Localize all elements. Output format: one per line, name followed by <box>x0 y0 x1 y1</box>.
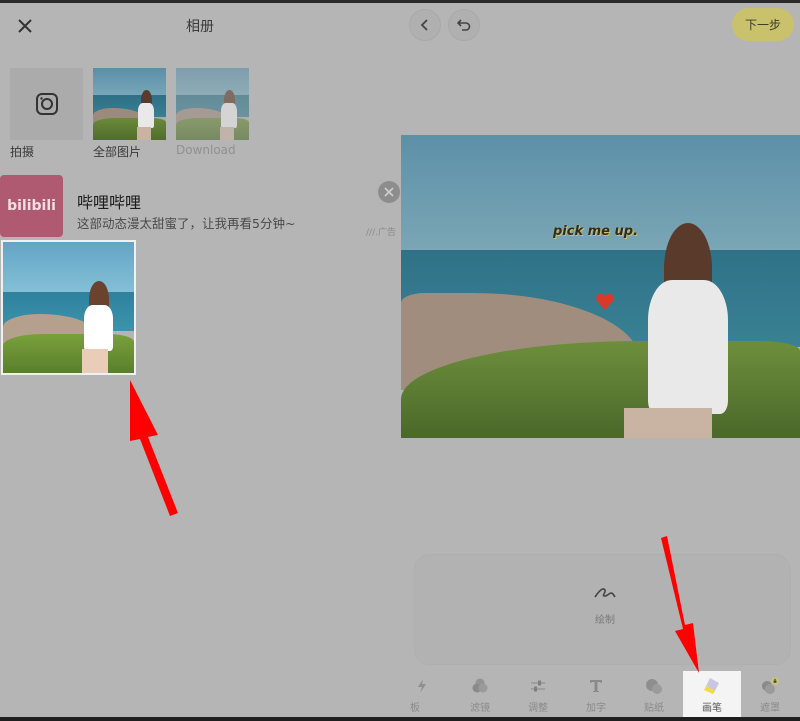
album-label: 全部图片 <box>93 145 142 159</box>
template-icon <box>418 679 426 693</box>
photo-grid-item-selected[interactable] <box>1 240 136 375</box>
editor-panel: 下一步 pick me up. 绘制 板 滤镜 调整 加字 贴纸 画笔 遮罩 <box>401 3 800 717</box>
bilibili-logo: bilibili <box>0 175 63 237</box>
ad-banner[interactable]: bilibili 哔哩哔哩 这部动态漫太甜蜜了，让我再看5分钟~ ///.广告 <box>0 175 400 238</box>
tab-label: 遮罩 <box>760 703 780 714</box>
draw-option-label: 绘制 <box>595 615 615 626</box>
photo-thumbnail <box>3 242 134 373</box>
tab-mask[interactable]: 遮罩 <box>741 671 799 717</box>
scribble-icon <box>594 588 616 598</box>
camera-icon <box>35 93 58 115</box>
tab-label: 滤镜 <box>470 703 490 714</box>
edit-canvas[interactable]: pick me up. <box>401 135 800 438</box>
ad-close-button[interactable] <box>378 181 400 203</box>
sticker-icon <box>646 679 662 694</box>
tab-label: 加字 <box>586 703 606 714</box>
album-download[interactable]: Download <box>176 68 249 160</box>
album-camera[interactable]: 拍摄 <box>10 68 83 160</box>
tab-label: 贴纸 <box>644 703 664 714</box>
page-title: 相册 <box>186 19 214 35</box>
album-thumb <box>10 68 83 140</box>
adjust-icon <box>531 680 545 692</box>
album-list: 拍摄 全部图片 Download <box>10 68 249 160</box>
tab-filter[interactable]: 滤镜 <box>451 671 509 717</box>
album-label: 拍摄 <box>10 145 35 159</box>
tab-sticker[interactable]: 贴纸 <box>625 671 683 717</box>
tab-label: 板 <box>410 703 420 714</box>
undo-button[interactable] <box>448 9 480 41</box>
mask-icon <box>762 677 779 694</box>
undo-icon <box>457 19 471 31</box>
brush-options-panel: 绘制 <box>414 554 791 665</box>
photo-thumbnail <box>93 68 166 140</box>
text-sticker-caption[interactable]: pick me up. <box>553 224 638 239</box>
ad-app-name: 哔哩哔哩 <box>77 193 142 212</box>
tab-template[interactable]: 板 <box>393 671 451 717</box>
album-all-photos[interactable]: 全部图片 <box>93 68 166 160</box>
tab-brush[interactable]: 画笔 <box>683 671 741 717</box>
chevron-left-icon <box>420 19 428 31</box>
filter-icon <box>472 678 488 693</box>
album-thumb <box>93 68 166 140</box>
album-picker-panel: 相册 拍摄 全部图片 Download bilibili 哔哩哔哩 这部动态漫太… <box>0 3 400 717</box>
heart-sticker[interactable] <box>595 292 615 312</box>
bottom-edge <box>0 717 800 721</box>
tab-label: 调整 <box>528 703 548 714</box>
album-thumb <box>176 68 249 140</box>
tab-add-text[interactable]: 加字 <box>567 671 625 717</box>
close-icon <box>384 187 394 197</box>
draw-option[interactable]: 绘制 <box>585 585 625 626</box>
album-label: Download <box>176 143 236 157</box>
tab-adjust[interactable]: 调整 <box>509 671 567 717</box>
tab-label: 画笔 <box>702 703 722 714</box>
annotation-arrow-up <box>130 380 178 516</box>
text-icon <box>590 680 602 692</box>
photo-preview <box>401 135 800 438</box>
next-step-button[interactable]: 下一步 <box>732 8 794 41</box>
ad-description: 这部动态漫太甜蜜了，让我再看5分钟~ <box>77 216 296 231</box>
photo-thumbnail <box>176 68 249 140</box>
back-button[interactable] <box>409 9 441 41</box>
brush-icon <box>704 678 719 694</box>
editor-tab-bar: 板 滤镜 调整 加字 贴纸 画笔 遮罩 <box>393 671 800 717</box>
ad-tag: ///.广告 <box>366 228 396 238</box>
ad-mark-icon: ///. <box>366 228 378 238</box>
